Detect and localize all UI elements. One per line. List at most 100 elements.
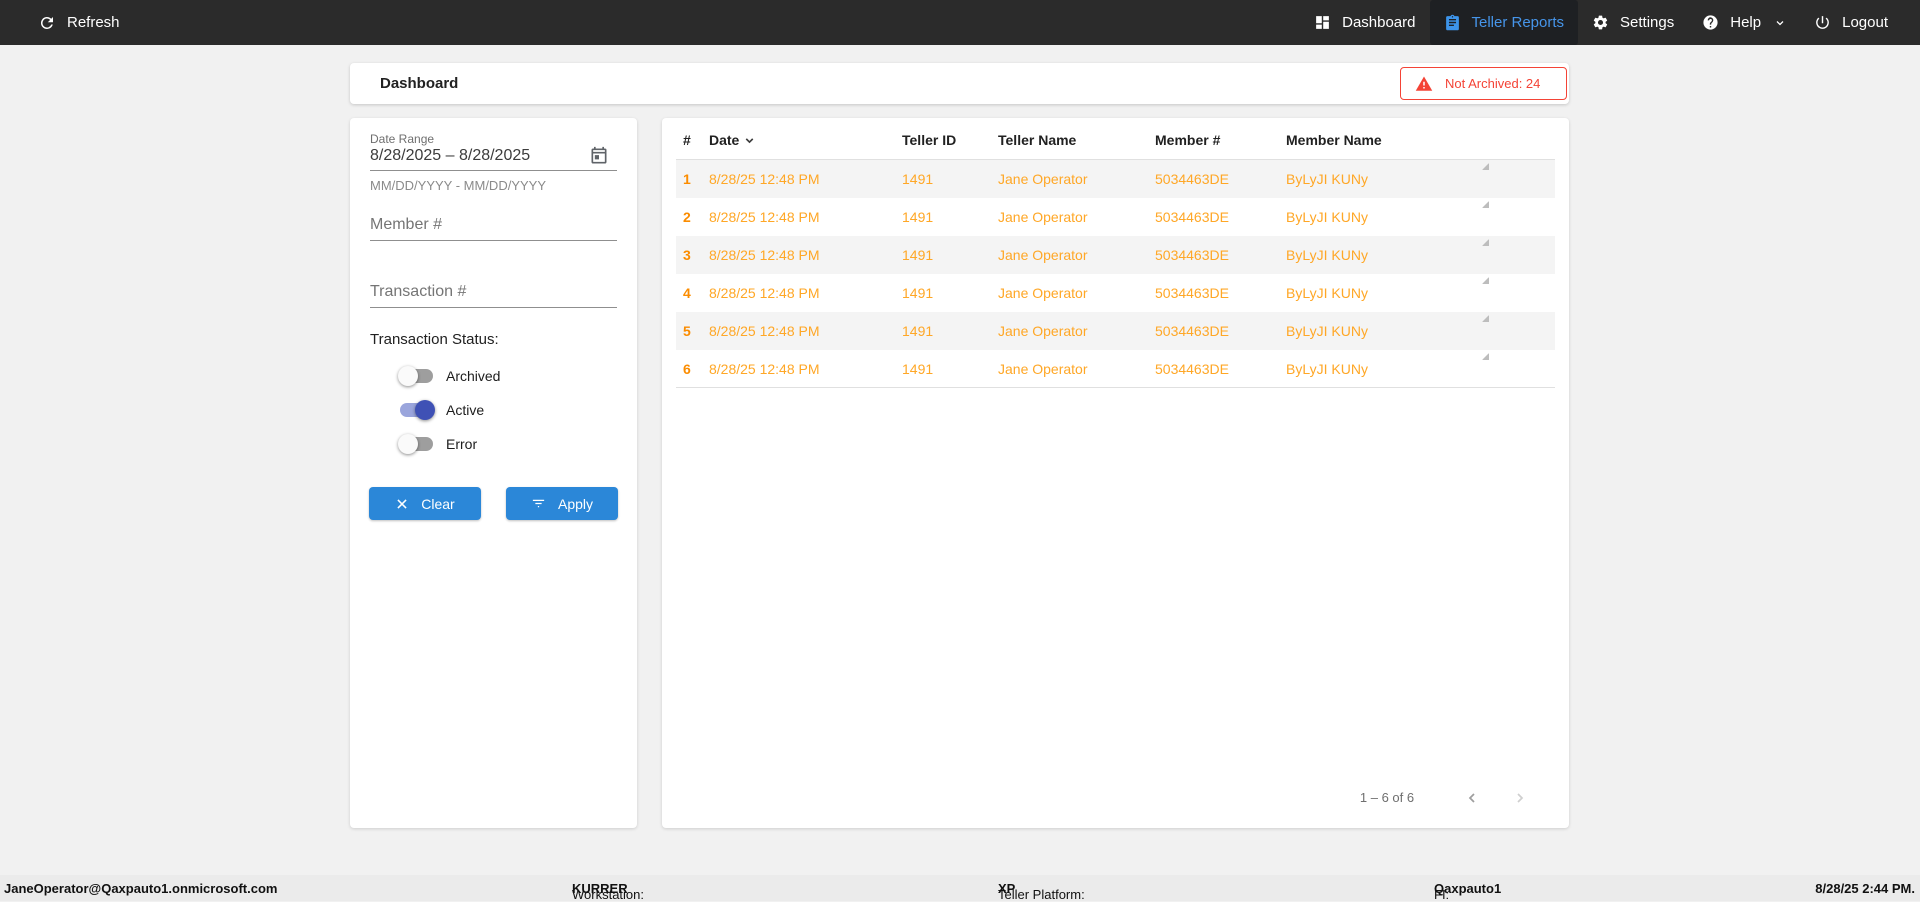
filter-panel: Date Range MM/DD/YYYY - MM/DD/YYYY Trans… [350, 118, 637, 828]
row-date: 8/28/25 12:48 PM [709, 323, 820, 339]
toggle-archived-label: Archived [446, 368, 501, 384]
nav-item-help[interactable]: Help [1688, 0, 1800, 45]
nav-logout-label: Logout [1842, 14, 1888, 31]
nav-item-dashboard[interactable]: Dashboard [1300, 0, 1429, 45]
column-header-member-name[interactable]: Member Name [1286, 132, 1382, 148]
column-header-date[interactable]: Date [709, 132, 756, 150]
nav-item-settings[interactable]: Settings [1578, 0, 1688, 45]
nav-dashboard-label: Dashboard [1342, 14, 1416, 31]
date-range-helper: MM/DD/YYYY - MM/DD/YYYY [370, 178, 547, 193]
toggle-error-switch[interactable] [398, 434, 433, 454]
results-table-card: # Date Teller ID Teller Name Member # Me… [662, 118, 1569, 828]
row-teller-name: Jane Operator [998, 171, 1088, 187]
navbar-right-group: Dashboard Teller Reports Settings Help L… [1300, 0, 1902, 45]
row-member-name: ByLyJI KUNy [1286, 209, 1368, 225]
row-member-number: 5034463DE [1155, 209, 1229, 225]
chevron-down-icon [1774, 17, 1786, 29]
nav-settings-label: Settings [1620, 14, 1675, 31]
status-datetime: 8/28/25 2:44 PM. [1815, 881, 1915, 896]
nav-item-teller-reports[interactable]: Teller Reports [1429, 0, 1579, 45]
column-header-teller-id[interactable]: Teller ID [902, 132, 956, 148]
row-teller-name: Jane Operator [998, 361, 1088, 377]
page-title: Dashboard [380, 75, 459, 92]
clear-button-label: Clear [421, 495, 455, 512]
row-number: 3 [683, 247, 691, 263]
row-number: 2 [683, 209, 691, 225]
row-member-number: 5034463DE [1155, 171, 1229, 187]
row-teller-name: Jane Operator [998, 247, 1088, 263]
table-row[interactable]: 5 8/28/25 12:48 PM 1491 Jane Operator 50… [676, 312, 1555, 350]
pagination: 1 – 6 of 6 [662, 783, 1569, 813]
row-teller-name: Jane Operator [998, 209, 1088, 225]
toggle-error[interactable]: Error [398, 434, 477, 454]
toggle-active[interactable]: Active [400, 400, 484, 420]
transaction-number-input[interactable] [370, 283, 617, 301]
row-member-name: ByLyJI KUNy [1286, 361, 1368, 377]
not-archived-badge[interactable]: Not Archived: 24 [1400, 67, 1567, 100]
column-header-number: # [683, 132, 691, 148]
logged-in-user: JaneOperator@Qaxpauto1.onmicrosoft.com [4, 881, 278, 896]
row-member-name: ByLyJI KUNy [1286, 285, 1368, 301]
help-icon [1702, 14, 1719, 31]
page-header-card: Dashboard Not Archived: 24 [350, 63, 1569, 104]
member-number-input[interactable] [370, 216, 617, 234]
row-number: 1 [683, 171, 691, 187]
status-bar: JaneOperator@Qaxpauto1.onmicrosoft.com W… [0, 875, 1920, 902]
row-member-name: ByLyJI KUNy [1286, 323, 1368, 339]
nav-teller-reports-label: Teller Reports [1471, 14, 1565, 31]
teller-platform-info: Teller Platform: XP [998, 881, 1085, 902]
chevron-right-icon[interactable] [1507, 785, 1533, 811]
row-teller-id: 1491 [902, 285, 934, 301]
filter-icon [531, 496, 546, 511]
power-icon [1814, 14, 1831, 31]
table-row[interactable]: 4 8/28/25 12:48 PM 1491 Jane Operator 50… [676, 274, 1555, 312]
table-header-row: # Date Teller ID Teller Name Member # Me… [676, 118, 1555, 160]
chevron-left-icon[interactable] [1459, 785, 1485, 811]
row-teller-id: 1491 [902, 209, 934, 225]
nav-item-logout[interactable]: Logout [1800, 0, 1902, 45]
row-member-name: ByLyJI KUNy [1286, 247, 1368, 263]
row-number: 5 [683, 323, 691, 339]
toggle-archived-switch[interactable] [398, 366, 433, 386]
x-icon [395, 497, 409, 511]
transaction-status-label: Transaction Status: [370, 331, 499, 348]
row-member-number: 5034463DE [1155, 361, 1229, 377]
table-row[interactable]: 6 8/28/25 12:48 PM 1491 Jane Operator 50… [676, 350, 1555, 388]
table-row[interactable]: 1 8/28/25 12:48 PM 1491 Jane Operator 50… [676, 160, 1555, 198]
calendar-icon[interactable] [588, 146, 610, 168]
clear-button[interactable]: Clear [369, 487, 481, 520]
fi-info: FI: Qaxpauto1 [1434, 881, 1502, 902]
apply-button[interactable]: Apply [506, 487, 618, 520]
refresh-icon [38, 14, 56, 32]
row-member-number: 5034463DE [1155, 247, 1229, 263]
row-teller-id: 1491 [902, 171, 934, 187]
row-teller-name: Jane Operator [998, 323, 1088, 339]
column-header-member-number[interactable]: Member # [1155, 132, 1220, 148]
warning-icon [1415, 75, 1433, 93]
teller-app: Refresh Dashboard Teller Reports Setting… [0, 0, 1920, 902]
clipboard-icon [1444, 14, 1461, 31]
row-teller-id: 1491 [902, 247, 934, 263]
not-archived-badge-label: Not Archived: 24 [1445, 76, 1541, 91]
row-date: 8/28/25 12:48 PM [709, 285, 820, 301]
date-range-underline [370, 170, 617, 171]
toggle-archived[interactable]: Archived [398, 366, 501, 386]
table-row[interactable]: 2 8/28/25 12:48 PM 1491 Jane Operator 50… [676, 198, 1555, 236]
refresh-label: Refresh [67, 14, 120, 31]
row-date: 8/28/25 12:48 PM [709, 361, 820, 377]
nav-help-label: Help [1730, 14, 1762, 31]
refresh-button[interactable]: Refresh [24, 0, 134, 45]
dashboard-icon [1314, 14, 1331, 31]
row-member-number: 5034463DE [1155, 285, 1229, 301]
row-teller-name: Jane Operator [998, 285, 1088, 301]
date-range-label: Date Range [370, 132, 435, 146]
row-date: 8/28/25 12:48 PM [709, 209, 820, 225]
table-row[interactable]: 3 8/28/25 12:48 PM 1491 Jane Operator 50… [676, 236, 1555, 274]
column-header-teller-name[interactable]: Teller Name [998, 132, 1076, 148]
toggle-active-switch[interactable] [400, 400, 435, 420]
row-date: 8/28/25 12:48 PM [709, 247, 820, 263]
date-range-input[interactable] [370, 147, 588, 165]
gear-icon [1592, 14, 1609, 31]
row-member-number: 5034463DE [1155, 323, 1229, 339]
member-underline [370, 240, 617, 241]
